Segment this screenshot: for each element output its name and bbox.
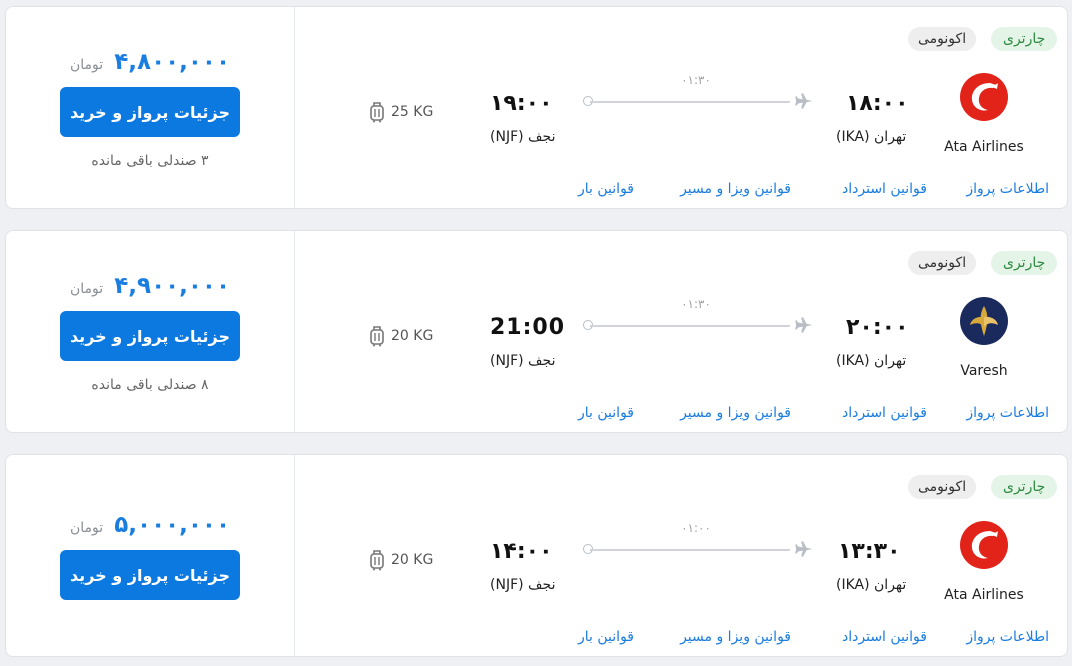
baggage-weight: 25 KG <box>391 104 434 120</box>
airplane-icon <box>795 93 813 109</box>
price: ۵,۰۰۰,۰۰۰ تومان <box>6 512 294 538</box>
arrival-time: 21:00 <box>490 315 566 340</box>
cabin-class-badge: اکونومی <box>908 475 977 499</box>
varesh-logo-icon <box>960 297 1008 345</box>
refund-rules-link[interactable]: قوانین استرداد <box>842 629 927 645</box>
destination: نجف (NJF) <box>490 353 556 369</box>
arrival-time: ۱۴:۰۰ <box>490 539 553 564</box>
visa-rules-link[interactable]: قوانین ویزا و مسیر <box>680 181 791 197</box>
flight-info-link[interactable]: اطلاعات پرواز <box>966 405 1049 421</box>
flight-card: ۴,۸۰۰,۰۰۰ تومان جزئیات پرواز و خرید ۳ صن… <box>5 6 1068 209</box>
departure-time: ۱۸:۰۰ <box>846 91 909 116</box>
currency-label: تومان <box>69 281 104 297</box>
flight-details-buy-button[interactable]: جزئیات پرواز و خرید <box>60 311 240 361</box>
cabin-class-badge: اکونومی <box>908 251 977 275</box>
destination: نجف (NJF) <box>490 577 556 593</box>
arrival-time: ۱۹:۰۰ <box>490 91 553 116</box>
ata-airlines-logo-icon <box>960 73 1008 121</box>
baggage-allowance: 20 KG <box>369 549 433 571</box>
refund-rules-link[interactable]: قوانین استرداد <box>842 181 927 197</box>
airline-name: Ata Airlines <box>944 139 1024 155</box>
airline-name: Ata Airlines <box>944 587 1024 603</box>
destination: نجف (NJF) <box>490 129 556 145</box>
ata-airlines-logo-icon <box>960 521 1008 569</box>
flight-details-buy-button[interactable]: جزئیات پرواز و خرید <box>60 550 240 600</box>
airplane-icon <box>795 317 813 333</box>
airline-name: Varesh <box>960 363 1008 379</box>
price: ۴,۸۰۰,۰۰۰ تومان <box>6 49 294 75</box>
baggage-rules-link[interactable]: قوانین بار <box>578 405 634 421</box>
flight-duration: ۰۱:۳۰ <box>681 297 711 311</box>
baggage-rules-link[interactable]: قوانین بار <box>578 181 634 197</box>
airplane-icon <box>795 541 813 557</box>
baggage-weight: 20 KG <box>391 552 434 568</box>
origin: تهران (IKA) <box>836 129 907 145</box>
baggage-allowance: 25 KG <box>369 101 433 123</box>
flight-details-buy-button[interactable]: جزئیات پرواز و خرید <box>60 87 240 137</box>
flight-card: ۴,۹۰۰,۰۰۰ تومان جزئیات پرواز و خرید ۸ صن… <box>5 230 1068 433</box>
flight-duration: ۰۱:۰۰ <box>681 521 711 535</box>
baggage-allowance: 20 KG <box>369 325 433 347</box>
route-line <box>590 101 790 103</box>
flight-info-link[interactable]: اطلاعات پرواز <box>966 181 1049 197</box>
currency-label: تومان <box>69 520 104 536</box>
refund-rules-link[interactable]: قوانین استرداد <box>842 405 927 421</box>
flight-info-link[interactable]: اطلاعات پرواز <box>966 629 1049 645</box>
baggage-weight: 20 KG <box>391 328 434 344</box>
seats-remaining: ۸ صندلی باقی مانده <box>91 377 209 393</box>
flight-type-badge: چارتری <box>991 27 1058 51</box>
price-amount: ۵,۰۰۰,۰۰۰ <box>114 512 231 538</box>
luggage-icon <box>370 102 384 123</box>
departure-time: ۱۳:۳۰ <box>838 539 901 564</box>
visa-rules-link[interactable]: قوانین ویزا و مسیر <box>680 405 791 421</box>
flight-card: ۵,۰۰۰,۰۰۰ تومان جزئیات پرواز و خرید 20 K… <box>5 454 1068 657</box>
departure-time: ۲۰:۰۰ <box>846 315 909 340</box>
flight-duration: ۰۱:۳۰ <box>681 73 711 87</box>
origin: تهران (IKA) <box>836 353 907 369</box>
divider <box>294 231 295 432</box>
price-amount: ۴,۸۰۰,۰۰۰ <box>114 49 231 75</box>
luggage-icon <box>370 550 384 571</box>
route-line <box>590 325 790 327</box>
route-line <box>590 549 790 551</box>
origin: تهران (IKA) <box>836 577 907 593</box>
seats-remaining: ۳ صندلی باقی مانده <box>91 153 209 169</box>
currency-label: تومان <box>69 57 104 73</box>
flight-type-badge: چارتری <box>991 475 1058 499</box>
flight-type-badge: چارتری <box>991 251 1058 275</box>
divider <box>294 7 295 208</box>
divider <box>294 455 295 656</box>
price-amount: ۴,۹۰۰,۰۰۰ <box>114 273 231 299</box>
baggage-rules-link[interactable]: قوانین بار <box>578 629 634 645</box>
visa-rules-link[interactable]: قوانین ویزا و مسیر <box>680 629 791 645</box>
luggage-icon <box>370 326 384 347</box>
cabin-class-badge: اکونومی <box>908 27 977 51</box>
price: ۴,۹۰۰,۰۰۰ تومان <box>6 273 294 299</box>
